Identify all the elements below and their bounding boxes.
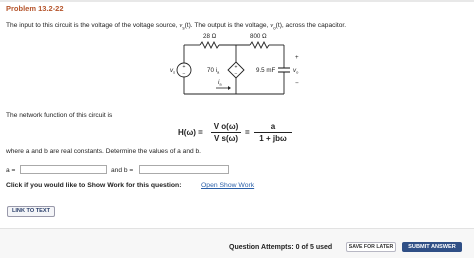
formula-lhs: H(ω) = xyxy=(178,128,203,137)
svg-text:+: + xyxy=(183,64,186,70)
submit-answer-button[interactable]: SUBMIT ANSWER xyxy=(402,242,462,252)
capacitor-label: 9.5 mF xyxy=(256,67,275,74)
svg-text:+: + xyxy=(235,65,238,71)
ratio-fraction: V o(ω) V s(ω) xyxy=(211,122,241,143)
r1-label: 28 Ω xyxy=(203,33,217,40)
resistor-800-ohm xyxy=(249,40,270,50)
fraction-numerator: V o(ω) xyxy=(213,122,239,131)
a-label: a = xyxy=(6,167,16,174)
output-minus: − xyxy=(295,80,299,87)
transfer-numerator: a xyxy=(270,122,276,131)
show-work-prompt: Click if you would like to Show Work for… xyxy=(6,182,182,189)
save-for-later-button[interactable]: SAVE FOR LATER xyxy=(346,242,396,252)
top-divider xyxy=(0,0,474,2)
b-input[interactable] xyxy=(139,165,229,174)
resistor-28-ohm xyxy=(199,40,220,50)
problem-intro: The input to this circuit is the voltage… xyxy=(6,22,347,31)
dependent-gain-label: 70 ia xyxy=(207,67,220,75)
problem-page: Problem 13.2-22 The input to this circui… xyxy=(0,0,474,258)
output-label: vo xyxy=(293,67,299,75)
source-label: vs xyxy=(170,67,175,75)
r2-label: 800 Ω xyxy=(250,33,267,40)
b-label: and b = xyxy=(111,167,134,174)
transfer-fraction: a 1 + jbω xyxy=(254,122,292,143)
output-plus: + xyxy=(295,54,299,61)
formula-equals: = xyxy=(245,128,250,137)
link-to-text-button[interactable]: LINK TO TEXT xyxy=(7,206,55,217)
instructions-text: where a and b are real constants. Determ… xyxy=(6,148,201,155)
attempts-counter: Question Attempts: 0 of 5 used xyxy=(229,244,333,251)
open-show-work-link[interactable]: Open Show Work xyxy=(201,182,254,189)
svg-text:−: − xyxy=(183,71,186,77)
fraction-denominator: V s(ω) xyxy=(213,134,239,143)
network-function-formula: H(ω) = V o(ω) V s(ω) = a 1 + jbω xyxy=(178,122,308,146)
svg-text:−: − xyxy=(235,72,238,78)
a-input[interactable] xyxy=(20,165,107,174)
circuit-diagram: + − + − 28 Ω 800 Ω vs 70 ia ia 9.5 mF + … xyxy=(170,33,299,95)
current-label: ia xyxy=(218,79,222,87)
transfer-denominator: 1 + jbω xyxy=(259,134,287,143)
network-function-text: The network function of this circuit is xyxy=(6,112,113,119)
problem-title: Problem 13.2-22 xyxy=(6,4,64,13)
